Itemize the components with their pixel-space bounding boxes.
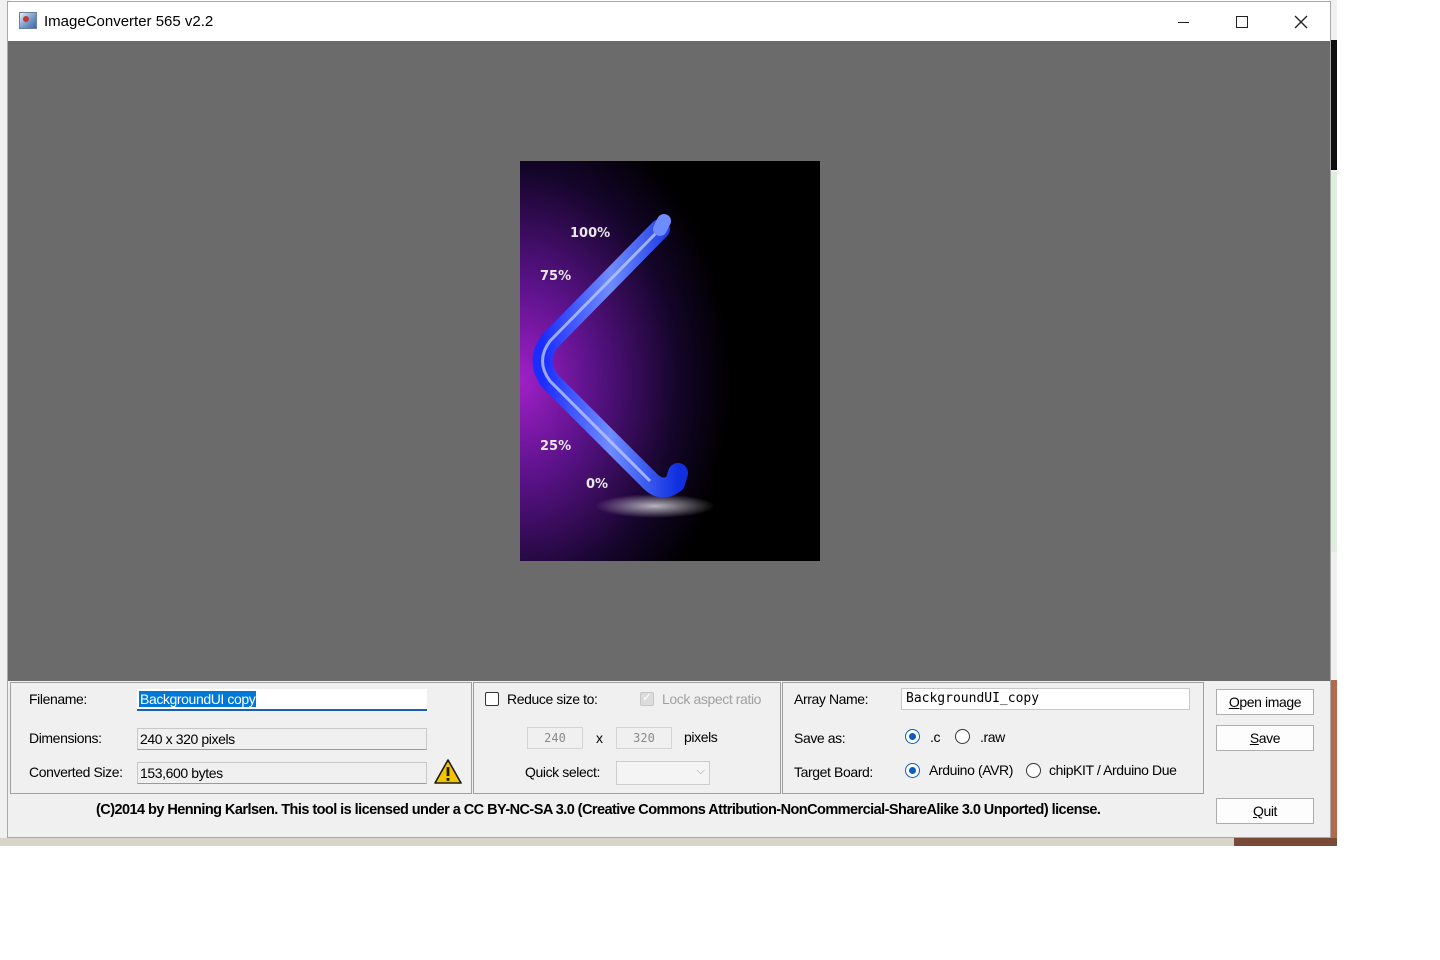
lock-aspect-label: Lock aspect ratio [662, 691, 762, 707]
reduce-size-label: Reduce size to: [507, 691, 598, 707]
desktop-background-bottom [0, 838, 1337, 846]
close-icon [1294, 15, 1308, 29]
pixels-label: pixels [684, 729, 718, 745]
quit-label: uit [1263, 803, 1278, 819]
save-as-raw-label: .raw [980, 729, 1005, 745]
save-as-c-radio[interactable] [905, 729, 920, 744]
open-image-button[interactable]: Open image [1216, 689, 1314, 715]
license-text: (C)2014 by Henning Karlsen. This tool is… [96, 802, 1101, 818]
chevron-down-icon: ⌵ [696, 764, 705, 777]
app-icon[interactable] [19, 12, 37, 29]
filename-field[interactable]: BackgroundUI copy [137, 689, 427, 711]
image-preview: 100% 75% 25% 0% [520, 161, 820, 561]
output-panel: Array Name: BackgroundUI_copy Save as: .… [782, 682, 1204, 794]
minimize-icon [1177, 21, 1189, 23]
target-board-label: Target Board: [794, 764, 873, 780]
maximize-icon [1236, 16, 1248, 29]
save-button[interactable]: Save [1216, 725, 1314, 751]
converted-size-label: Converted Size: [29, 764, 123, 780]
preview-label-100: 100% [570, 226, 610, 241]
dimensions-label: Dimensions: [29, 730, 102, 746]
converted-size-field[interactable]: 153,600 bytes [137, 762, 427, 784]
lock-aspect-checkbox[interactable] [640, 690, 654, 706]
array-name-label: Array Name: [794, 691, 869, 707]
save-as-label: Save as: [794, 730, 846, 746]
save-as-raw-radio[interactable] [955, 729, 970, 744]
quick-select-label: Quick select: [525, 764, 600, 780]
image-canvas: 100% 75% 25% 0% [8, 41, 1330, 681]
target-chipkit-label: chipKIT / Arduino Due [1049, 762, 1177, 778]
title-bar[interactable]: ImageConverter 565 v2.2 [8, 2, 1330, 41]
preview-label-75: 75% [540, 269, 571, 284]
target-avr-label: Arduino (AVR) [929, 762, 1014, 778]
save-as-c-label: .c [930, 729, 941, 745]
desktop-background-right-photo [1331, 680, 1337, 840]
app-window: ImageConverter 565 v2.2 100% 75% 25% 0% … [7, 1, 1331, 838]
quit-accel: Q [1252, 803, 1264, 819]
target-chipkit-radio[interactable] [1026, 763, 1041, 778]
desktop-background-right-dark [1331, 40, 1337, 170]
target-avr-radio[interactable] [905, 763, 920, 778]
reduce-size-checkbox[interactable] [485, 692, 499, 706]
open-image-label: pen image [1239, 694, 1302, 710]
preview-label-0: 0% [586, 477, 608, 492]
save-accel: S [1249, 730, 1259, 746]
close-button[interactable] [1272, 2, 1330, 41]
quick-select-dropdown[interactable]: ⌵ [616, 761, 710, 785]
file-info-panel: Filename: BackgroundUI copy Dimensions: … [10, 682, 472, 794]
preview-label-25: 25% [540, 439, 571, 454]
height-input[interactable]: 320 [616, 727, 672, 749]
array-name-input[interactable]: BackgroundUI_copy [901, 688, 1190, 710]
x-label: x [596, 730, 603, 746]
dimensions-field[interactable]: 240 x 320 pixels [137, 728, 427, 750]
preview-graphic: 100% 75% 25% 0% [520, 161, 820, 561]
warning-icon [434, 759, 462, 784]
window-title: ImageConverter 565 v2.2 [44, 13, 214, 30]
width-input[interactable]: 240 [527, 727, 583, 749]
desktop-background-right-green [1331, 172, 1337, 552]
open-image-accel: O [1228, 694, 1240, 710]
filename-label: Filename: [29, 691, 87, 707]
filename-value: BackgroundUI copy [139, 691, 257, 707]
minimize-button[interactable] [1154, 2, 1212, 41]
resize-panel: Reduce size to: Lock aspect ratio 240 x … [473, 682, 781, 794]
quit-button[interactable]: Quit [1216, 798, 1314, 824]
maximize-button[interactable] [1213, 2, 1271, 41]
save-label: ave [1258, 730, 1281, 746]
